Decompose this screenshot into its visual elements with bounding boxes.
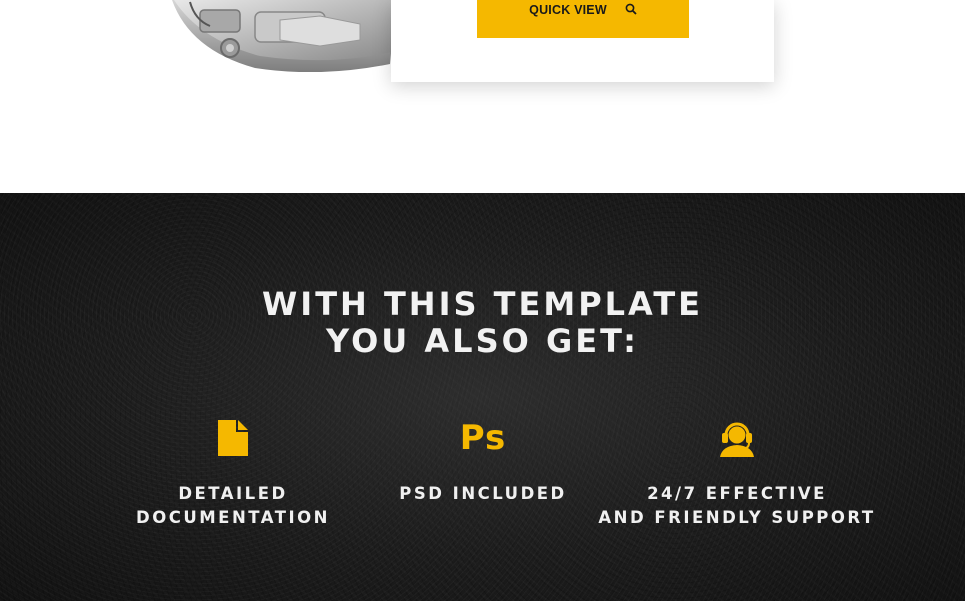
search-icon (625, 3, 637, 15)
quick-view-button[interactable]: QUICK VIEW (477, 0, 689, 38)
photoshop-icon: Ps (459, 418, 507, 458)
feature-psd: Ps PSD INCLUDED (343, 418, 623, 506)
section-title-line1: WITH THIS TEMPLATE (262, 285, 703, 323)
feature-label: DETAILED DOCUMENTATION (93, 482, 373, 530)
feature-label-line2: AND FRIENDLY SUPPORT (598, 508, 876, 527)
quick-view-label: QUICK VIEW (529, 3, 607, 17)
section-title: WITH THIS TEMPLATE YOU ALSO GET: (0, 286, 965, 360)
document-icon (218, 420, 248, 456)
feature-label-line1: 24/7 EFFECTIVE (647, 484, 827, 503)
feature-support: 24/7 EFFECTIVE AND FRIENDLY SUPPORT (597, 418, 877, 530)
section-title-line2: YOU ALSO GET: (326, 322, 639, 360)
features-band (0, 193, 965, 601)
feature-label-line2: DOCUMENTATION (136, 508, 330, 527)
feature-label: 24/7 EFFECTIVE AND FRIENDLY SUPPORT (597, 482, 877, 530)
product-section: QUICK VIEW (0, 0, 965, 193)
router-tool-image[interactable] (160, 0, 410, 72)
feature-documentation: DETAILED DOCUMENTATION (93, 418, 373, 530)
feature-label: PSD INCLUDED (343, 482, 623, 506)
feature-label-line1: DETAILED (178, 484, 288, 503)
feature-label-line1: PSD INCLUDED (399, 484, 567, 503)
support-agent-icon (720, 422, 754, 457)
